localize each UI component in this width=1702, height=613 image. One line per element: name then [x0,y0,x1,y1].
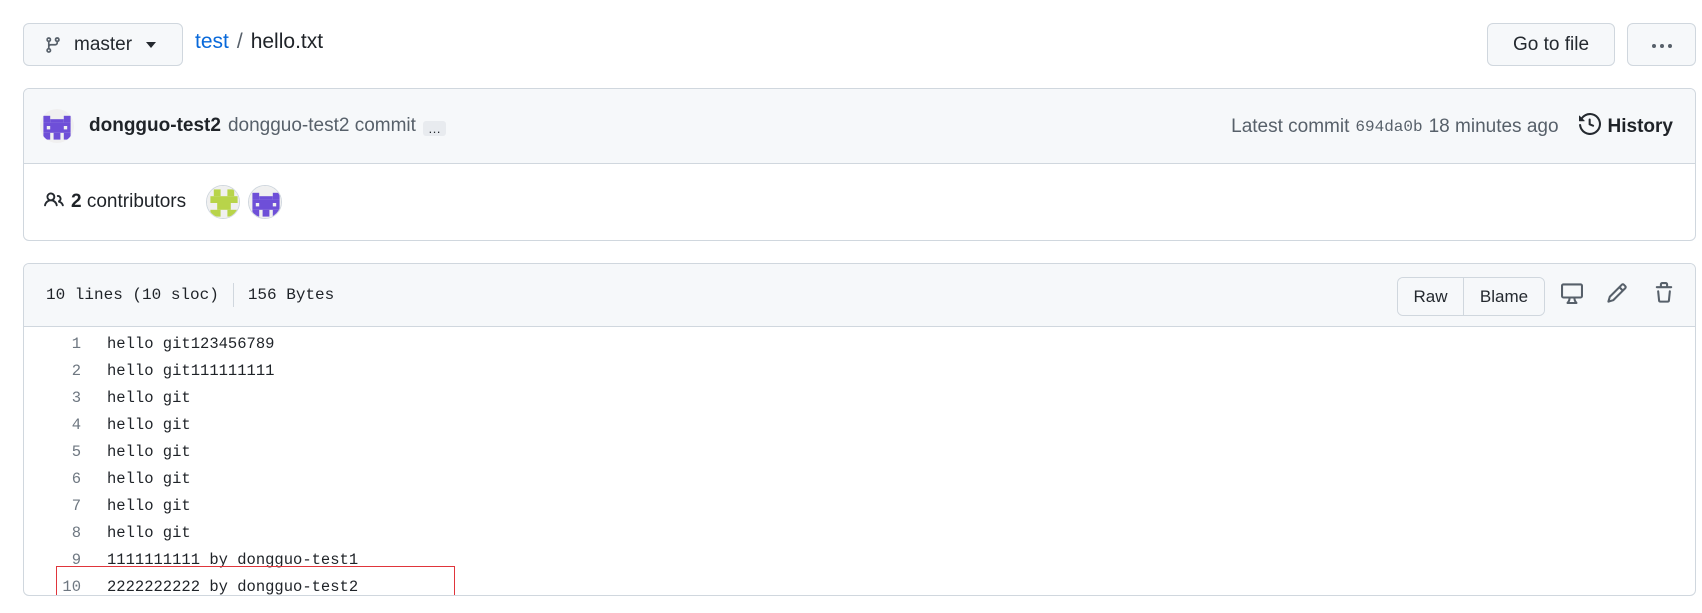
contributors-count: 2 [71,191,82,212]
line-number[interactable]: 2 [24,362,81,380]
contributors-row: 2 contributors [24,164,1695,240]
git-branch-icon [44,35,62,55]
line-content: hello git [107,469,191,488]
line-content: hello git [107,415,191,434]
contributor-avatar[interactable] [206,185,241,219]
raw-blame-group: Raw Blame [1397,277,1545,316]
code-line: 2 hello git111111111 [24,357,1695,384]
contributors-link[interactable]: 2 contributors [71,191,186,213]
history-button[interactable]: History [1578,112,1673,141]
file-header: 10 lines (10 sloc) 156 Bytes Raw Blame [24,264,1695,327]
breadcrumb-separator: / [236,30,243,53]
line-number[interactable]: 1 [24,335,81,353]
kebab-horizontal-icon [1651,36,1673,54]
highlight-annotation-box [56,566,455,595]
people-icon [44,190,64,215]
line-number[interactable]: 3 [24,389,81,407]
code-content: 1 hello git123456789 2 hello git111111111 … [24,327,1695,595]
history-label: History [1607,115,1673,137]
code-line: 3 hello git [24,384,1695,411]
line-content: hello git111111111 [107,361,275,380]
file-viewer: 10 lines (10 sloc) 156 Bytes Raw Blame 1… [23,263,1696,596]
history-icon [1578,112,1601,141]
latest-commit-box: dongguo-test2 dongguo-test2 commit … Lat… [23,88,1696,241]
line-number[interactable]: 5 [24,443,81,461]
line-content: hello git [107,496,191,515]
contributor-avatars [206,185,283,219]
file-name: hello.txt [250,30,324,53]
code-line: 7 hello git [24,492,1695,519]
line-number[interactable]: 6 [24,470,81,488]
file-size: 156 Bytes [247,286,335,304]
commit-message[interactable]: dongguo-test2 commit [228,115,416,137]
expand-commit-button[interactable]: … [422,120,446,136]
commit-author-link[interactable]: dongguo-test2 [89,115,221,137]
branch-name: master [74,33,133,55]
code-line: 8 hello git [24,519,1695,546]
contributor-avatar[interactable] [248,185,283,219]
pencil-icon[interactable] [1606,282,1628,304]
breadcrumb: test / hello.txt [195,30,323,54]
file-lines-info: 10 lines (10 sloc) [46,286,219,304]
commit-time: 18 minutes ago [1428,115,1559,137]
desktop-icon[interactable] [1560,282,1584,304]
line-number[interactable]: 4 [24,416,81,434]
line-content: hello git [107,388,191,407]
line-content: hello git123456789 [107,334,275,353]
code-line: 4 hello git [24,411,1695,438]
commit-row: dongguo-test2 dongguo-test2 commit … Lat… [24,89,1695,164]
line-number[interactable]: 8 [24,524,81,542]
branch-selector-button[interactable]: master [23,23,183,66]
line-content: hello git [107,523,191,542]
commit-sha-link[interactable]: 694da0b [1355,118,1422,136]
code-line: 6 hello git [24,465,1695,492]
code-line: 1 hello git123456789 [24,330,1695,357]
contributors-label: contributors [86,191,187,212]
avatar[interactable] [40,109,74,143]
more-options-button[interactable] [1627,23,1696,66]
trash-icon[interactable] [1653,282,1675,304]
raw-button[interactable]: Raw [1398,278,1464,315]
repo-link[interactable]: test [195,30,229,54]
go-to-file-button[interactable]: Go to file [1487,23,1615,66]
line-content: hello git [107,442,191,461]
latest-commit-label: Latest commit [1231,115,1350,137]
chevron-down-icon [146,41,157,48]
line-number[interactable]: 7 [24,497,81,515]
divider [232,283,234,307]
code-line: 5 hello git [24,438,1695,465]
blame-button[interactable]: Blame [1464,278,1544,315]
